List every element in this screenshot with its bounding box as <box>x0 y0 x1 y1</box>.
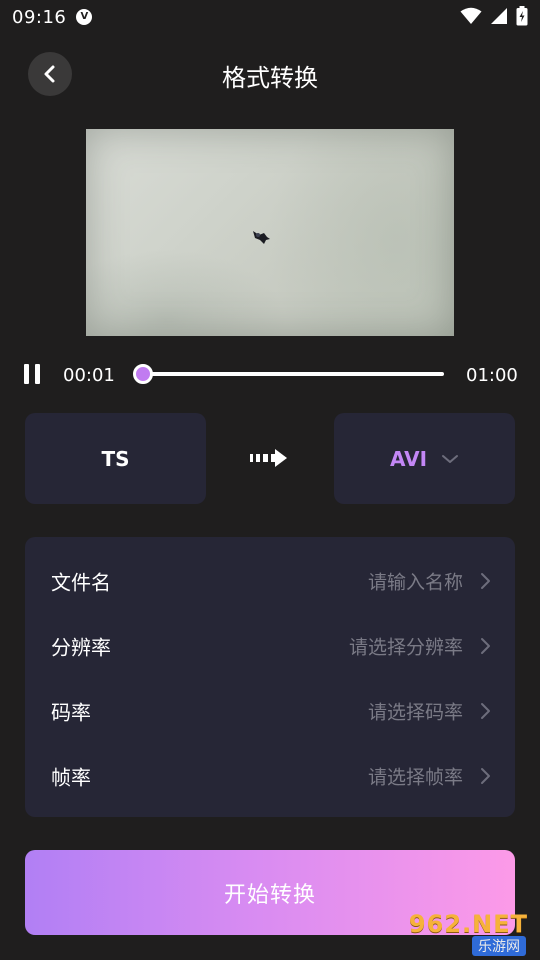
current-time: 00:01 <box>63 365 115 386</box>
video-preview[interactable] <box>86 129 454 336</box>
pause-button[interactable] <box>24 364 46 384</box>
setting-row-framerate[interactable]: 帧率 请选择帧率 <box>25 743 515 808</box>
battery-icon <box>516 6 528 26</box>
page-title: 格式转换 <box>222 64 318 92</box>
chevron-right-icon <box>481 767 490 784</box>
setting-label-framerate: 帧率 <box>51 765 91 789</box>
pause-icon <box>24 364 29 384</box>
filename-input[interactable]: 请输入名称 <box>368 567 463 594</box>
chevron-right-icon <box>481 702 490 719</box>
source-format-label: TS <box>101 446 130 471</box>
status-bar: 09:16 V <box>0 0 540 34</box>
cell-signal-icon <box>491 8 507 24</box>
resolution-select[interactable]: 请选择分辨率 <box>349 632 463 659</box>
video-subject <box>253 231 270 244</box>
chevron-down-icon <box>442 454 459 463</box>
progress-slider[interactable] <box>133 364 444 384</box>
setting-row-bitrate[interactable]: 码率 请选择码率 <box>25 678 515 743</box>
source-format-box: TS <box>25 413 206 504</box>
status-icons <box>460 6 528 26</box>
settings-card: 文件名 请输入名称 分辨率 请选择分辨率 码率 请选择码率 帧率 请选择帧率 <box>25 537 515 817</box>
watermark-logo: 962.NET <box>408 910 528 938</box>
chevron-right-icon <box>481 637 490 654</box>
wifi-icon <box>460 7 482 24</box>
setting-label-filename: 文件名 <box>51 570 111 594</box>
target-format-label: AVI <box>389 446 428 471</box>
total-time: 01:00 <box>466 365 518 386</box>
watermark: 962.NET 乐游网 <box>396 910 536 956</box>
shield-glyph: V <box>80 11 89 22</box>
setting-row-filename[interactable]: 文件名 请输入名称 <box>25 548 515 613</box>
chevron-right-icon <box>481 572 490 589</box>
start-convert-label: 开始转换 <box>223 882 316 908</box>
watermark-subtitle: 乐游网 <box>472 936 526 956</box>
framerate-select[interactable]: 请选择帧率 <box>368 762 463 789</box>
setting-label-resolution: 分辨率 <box>51 635 111 659</box>
setting-label-bitrate: 码率 <box>51 700 91 724</box>
arrow-right-icon <box>250 449 287 467</box>
shield-icon: V <box>76 9 93 25</box>
target-format-dropdown[interactable]: AVI <box>334 413 515 504</box>
bitrate-select[interactable]: 请选择码率 <box>368 697 463 724</box>
progress-thumb[interactable] <box>133 364 153 384</box>
setting-row-resolution[interactable]: 分辨率 请选择分辨率 <box>25 613 515 678</box>
status-time: 09:16 <box>12 6 67 28</box>
pause-icon-bar <box>35 364 40 384</box>
